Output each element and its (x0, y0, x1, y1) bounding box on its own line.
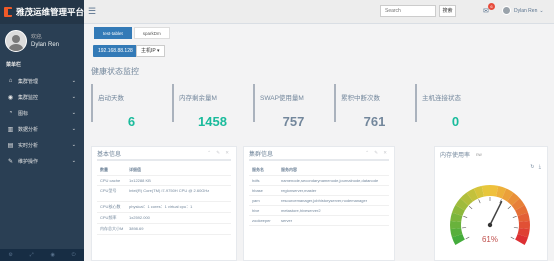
sidebar-item-maintenance[interactable]: ✎ 维护操作 ⌄ (0, 153, 84, 169)
avatar (5, 30, 27, 52)
caret-down-icon: ▾ (157, 48, 160, 54)
stats-row: 启动天数 6 内存剩余量M 1458 SWAP使用量M 757 累积中断次数 7… (84, 84, 554, 154)
basic-info-table: 数量 详细值 CPU cache 1x12288 KB CPU型号 Intel(R)… (97, 165, 231, 235)
logo-icon (4, 7, 14, 17)
gauge-tick (512, 216, 517, 218)
search-input[interactable] (380, 5, 436, 17)
gauge-segment (450, 220, 462, 230)
welcome-text: 欢迎, (31, 34, 43, 40)
table-row: CPU核心数 physical：1 cores：1 virtual cpu：1 (97, 202, 231, 213)
cluster-info-table: 服务名 服务内容 hdfs namenode,secondarynamenode,… (249, 165, 389, 226)
bar-icon: ▥ (7, 126, 14, 133)
sidebar: 雅茂运维管理平台 欢迎, Dylan Ren 菜单栏 ⌂ 集群管理 ⌄ ◉ 集群监控 ⌄… (0, 0, 84, 261)
search-button[interactable]: 搜索 (439, 5, 456, 17)
table-row: hive metastore,hiveserver2 (249, 206, 389, 216)
topbar: ☰ 搜索 ✉ 6 Dylan Ren ⌄ (84, 0, 554, 24)
profile: 欢迎, Dylan Ren (0, 26, 84, 56)
gauge-tick (463, 216, 468, 218)
chevron-down-icon: ⌄ (71, 158, 76, 164)
chevron-down-icon: ⌄ (71, 126, 76, 132)
power-icon[interactable]: ⏻ (72, 252, 76, 258)
settings-icon[interactable]: ⚙ (8, 252, 12, 258)
stat-interrupts: 累积中断次数 761 (334, 84, 408, 129)
gauge-tick (510, 236, 515, 240)
gauge-value-label: 61% (482, 235, 498, 244)
table-row: CPU频率 1x2592.000 (97, 213, 231, 224)
sidebar-item-cluster-manage[interactable]: ⌂ 集群管理 ⌄ (0, 73, 84, 89)
stat-host-connection: 主机连接状态 0 (415, 84, 489, 129)
table-icon: ▤ (7, 142, 14, 149)
memory-gauge: 61% (435, 169, 545, 251)
table-row: zookeeper server (249, 216, 389, 226)
sidebar-item-data-analysis[interactable]: ▥ 数据分析 ⌄ (0, 121, 84, 137)
user-menu[interactable]: Dylan Ren ⌄ (502, 6, 544, 15)
chevron-down-icon: ⌄ (71, 110, 76, 116)
panel-tools[interactable]: ⌃ ✎ ✕ (207, 150, 231, 156)
basic-info-panel: 基本信息 ⌃ ✎ ✕ 数量 详细值 CPU cache 1x12288 KB CP… (91, 146, 237, 261)
panel-title: 内存使用率 (440, 152, 471, 159)
memory-usage-panel: 内存使用率 nw ↻ ⤓ 61% (434, 146, 548, 261)
ip-button[interactable]: 192.168.88.128 (93, 45, 138, 57)
main-content: test-tablet sparkDm 192.168.88.128 主机IP … (84, 24, 554, 261)
chart-icon: ◔ (8, 110, 13, 116)
tab-test-tablet[interactable]: test-tablet (94, 27, 132, 39)
chevron-down-icon: ⌄ (71, 94, 76, 100)
sidebar-item-cluster-monitor[interactable]: ◉ 集群监控 ⌄ (0, 89, 84, 105)
sidebar-footer: ⚙ ⤢ ◉ ⏻ (0, 249, 84, 261)
fullscreen-icon[interactable]: ⤢ (30, 252, 34, 258)
table-row: CPU型号 Intel(R) Core(TM) i7-9750H CPU @ 2.… (97, 186, 231, 202)
gauge-tick (465, 236, 470, 240)
chevron-down-icon: ⌄ (71, 142, 76, 148)
user-name: Dylan Ren (514, 7, 538, 14)
gauge-tick (468, 206, 473, 210)
sidebar-item-realtime[interactable]: ▤ 实时分析 ⌄ (0, 137, 84, 153)
profile-name: Dylan Ren (31, 42, 60, 48)
sidebar-item-charts[interactable]: ◔ 图标 ⌄ (0, 105, 84, 121)
stat-memory-free: 内存剩余量M 1458 (172, 84, 246, 129)
table-row: hbase regionserver,master (249, 186, 389, 196)
gauge-tick (478, 199, 481, 204)
stat-swap: SWAP使用量M 757 (253, 84, 327, 129)
brand[interactable]: 雅茂运维管理平台 (0, 0, 84, 24)
home-icon: ⌂ (8, 78, 13, 84)
eye-icon: ◉ (7, 94, 14, 101)
tab-sparkdm[interactable]: sparkDm (133, 27, 170, 39)
cluster-info-panel: 集群信息 ⌃ ✎ ✕ 服务名 服务内容 hdfs namenode,seconda… (243, 146, 395, 261)
panel-title: 集群信息 (249, 151, 274, 158)
notification-badge: 6 (488, 3, 495, 10)
menu-section-label: 菜单栏 (6, 62, 22, 68)
user-avatar (502, 6, 511, 15)
table-row: 内存总大小M 3898.69 (97, 224, 231, 235)
chevron-down-icon: ⌄ (539, 7, 544, 14)
table-row: CPU cache 1x12288 KB (97, 176, 231, 186)
menu-toggle-icon[interactable]: ☰ (88, 6, 100, 17)
panel-title: 基本信息 (97, 151, 122, 158)
brand-title: 雅茂运维管理平台 (15, 7, 84, 17)
table-row: hdfs namenode,secondarynamenode,journalno… (249, 176, 389, 186)
gauge-hub (487, 222, 493, 228)
gauge-segment (518, 220, 530, 230)
panel-tools[interactable]: ⌃ ✎ ✕ (365, 150, 389, 156)
gauge-needle (489, 200, 503, 226)
chevron-down-icon: ⌄ (71, 78, 76, 84)
host-ip-dropdown[interactable]: 主机IP ▾ (136, 45, 165, 57)
gauge-tick (507, 206, 512, 210)
gauge-svg: 61% (450, 185, 530, 245)
lock-icon[interactable]: ◉ (50, 252, 54, 258)
nav-list: ⌂ 集群管理 ⌄ ◉ 集群监控 ⌄ ◔ 图标 ⌄ ▥ 数据分析 ⌄ ▤ 实时分析 ⌄ ✎ 维护操作 ⌄ (0, 73, 84, 169)
panel-subtitle: nw (476, 151, 482, 157)
wrench-icon: ✎ (7, 158, 14, 165)
page-title: 健康状态监控 (91, 67, 139, 76)
table-row: yarn resourcemanager,jobhistoryserver,nod… (249, 196, 389, 206)
tab-bar: test-tablet sparkDm (94, 27, 172, 39)
stat-uptime: 启动天数 6 (91, 84, 165, 129)
